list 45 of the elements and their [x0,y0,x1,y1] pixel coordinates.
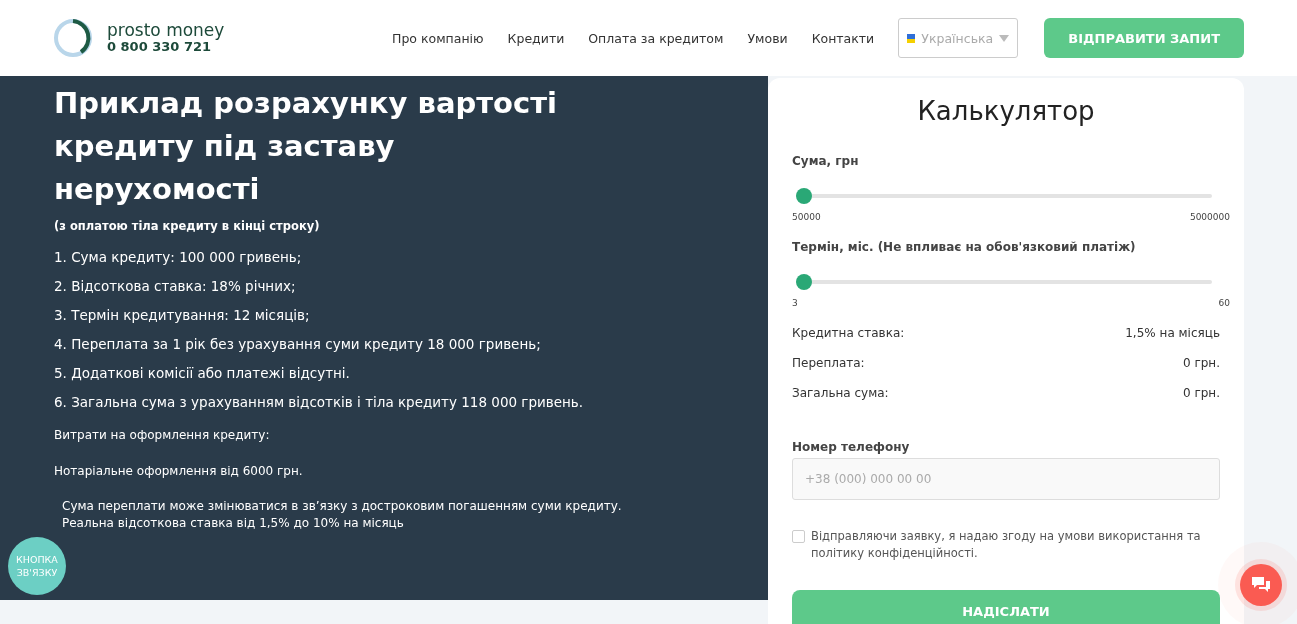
range-slider[interactable] [796,274,1212,290]
costs-heading: Витрати на оформлення кредиту: [54,428,271,442]
brand-phone: 0 800 330 721 [107,40,212,54]
slider-thumb[interactable] [796,188,812,204]
caret-icon [999,34,1010,42]
slider-label: Термін, міс. (Не впливає на обов'язковий платіж) [792,240,1137,254]
consent-text: Відправляючи заявку, я надаю згоду на умови використання та політику конфіденційності. [811,528,1202,562]
slider-max: 5000000 [1189,212,1230,222]
chat-button[interactable] [1240,564,1282,606]
chat-icon [1251,576,1271,594]
slider-min: 3 [792,298,798,308]
slider-max: 60 [1218,298,1230,308]
article-title: Приклад розрахунку вартості кредиту під заставу нерухомості [54,85,558,208]
slider-label: Сума, грн [792,154,860,168]
list-item: 3. Термін кредитування: 12 місяців; [54,307,311,323]
result-label: Кредитна ставка: [792,326,905,340]
range-slider[interactable] [796,188,1212,204]
article-subtitle: (з оплатою тіла кредиту в кінці строку) [54,219,321,233]
list-item: 2. Відсоткова ставка: 18% річних; [54,278,297,294]
nav-link[interactable]: Контакти [811,30,875,46]
list-item: 5. Додаткові комісії або платежі відсутні. [54,365,351,381]
consent-checkbox[interactable] [792,530,805,543]
brand-name: prosto money [107,22,225,41]
note-text: Реальна відсоткова ставка від 1,5% до 10% на місяць [61,515,405,532]
ring-logo-icon [53,18,93,58]
slider-thumb[interactable] [796,274,812,290]
nav-link[interactable]: Оплата за кредитом [588,30,724,46]
notary-text: Нотаріальне оформлення від 6000 грн. [54,464,304,478]
nav-link[interactable]: Кредити [507,30,565,46]
list-item: 4. Переплата за 1 рік без урахування суми кредиту 18 000 гривень; [54,336,542,352]
phone-label: Номер телефону [792,440,911,454]
result-value: 1,5% на місяць [1125,326,1220,340]
flag-icon [907,33,916,43]
list-item: 1. Сума кредиту: 100 000 гривень; [54,249,303,265]
slider-min: 50000 [792,212,821,222]
list-item: 6. Загальна сума з урахуванням відсотків і тіла кредиту 118 000 гривень. [54,394,585,410]
nav-link[interactable]: Умови [747,30,788,46]
nav-link[interactable]: Про компанію [392,30,484,46]
result-value: 0 грн. [1182,356,1220,370]
result-label: Загальна сума: [792,386,889,400]
calculator-title: Калькулятор [916,96,1096,126]
note-text: Сума переплати може змінюватися в зв’язку з достроковим погашенням суми кредиту. [61,498,623,515]
result-label: Переплата: [792,356,865,370]
result-value: 0 грн. [1182,386,1220,400]
phone-input[interactable]: +38 (000) 000 00 00 [792,458,1220,500]
